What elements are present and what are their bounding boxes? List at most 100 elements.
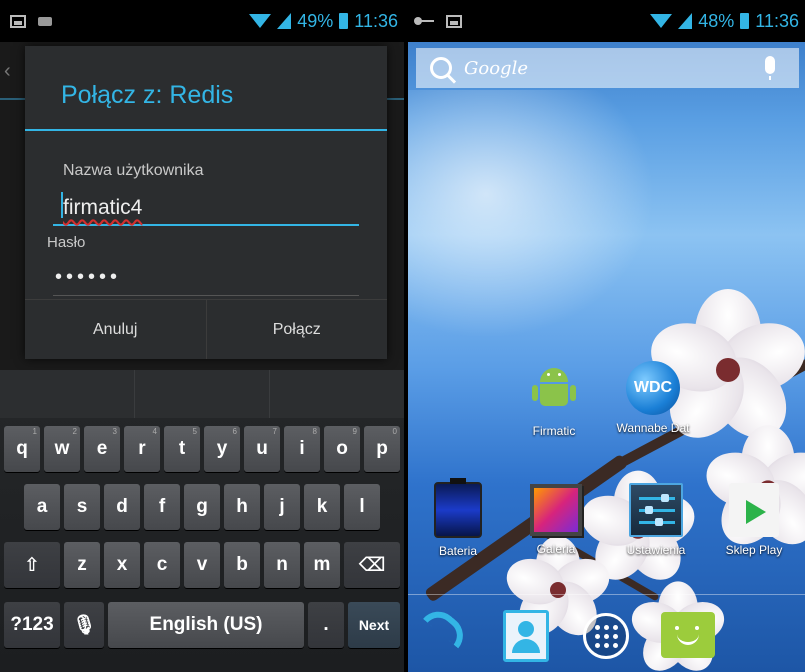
key-l[interactable]: l [344, 484, 380, 530]
key-label: p [376, 438, 388, 459]
messaging-icon [661, 612, 715, 658]
key-w[interactable]: w2 [44, 426, 80, 472]
app-shortcut-bateria[interactable]: Bateria [408, 478, 508, 558]
key-y[interactable]: y6 [204, 426, 240, 472]
key-e[interactable]: e3 [84, 426, 120, 472]
key-label: h [236, 496, 248, 517]
key-z[interactable]: z [64, 542, 100, 588]
key-label: e [96, 438, 108, 459]
app-shortcut-sklep-play[interactable]: Sklep Play [704, 480, 804, 557]
phone-icon [418, 612, 462, 656]
shift-key[interactable]: ⇧ [4, 542, 60, 588]
suggestion-slot[interactable] [269, 370, 404, 418]
next-key[interactable]: Next [348, 602, 400, 648]
key-k[interactable]: k [304, 484, 340, 530]
key-o[interactable]: o9 [324, 426, 360, 472]
username-field[interactable]: firmatic4 [53, 188, 359, 226]
key-label: n [276, 554, 288, 575]
key-n[interactable]: n [264, 542, 300, 588]
key-c[interactable]: c [144, 542, 180, 588]
google-search-bar[interactable]: Google [416, 48, 799, 88]
key-m[interactable]: m [304, 542, 340, 588]
key-label: . [323, 614, 329, 635]
username-label: Nazwa użytkownika [63, 162, 204, 179]
key-a[interactable]: a [24, 484, 60, 530]
phone-dock-button[interactable] [410, 606, 470, 666]
key-j[interactable]: j [264, 484, 300, 530]
key-label: x [116, 554, 128, 575]
key-label: 🎙 [71, 615, 97, 636]
signal-icon [678, 13, 693, 29]
app-shortcut-firmatic[interactable]: Firmatic [504, 358, 604, 438]
suggestion-slot[interactable] [0, 370, 134, 418]
key-label: s [76, 496, 88, 517]
key-i[interactable]: i8 [284, 426, 320, 472]
key-q[interactable]: q1 [4, 426, 40, 472]
key-hint: 7 [272, 427, 277, 436]
key-label: z [77, 554, 87, 575]
key-hint: 2 [72, 427, 77, 436]
signal-icon [277, 13, 292, 29]
battery-percent: 48% [698, 10, 735, 31]
key-label: English (US) [149, 614, 263, 635]
key-hint: 6 [232, 427, 237, 436]
wifi-icon [249, 14, 272, 28]
key-hint: 4 [152, 427, 157, 436]
contacts-dock-button[interactable] [496, 606, 556, 666]
status-bar: 49% 11:36 [0, 0, 404, 42]
key-t[interactable]: t5 [164, 426, 200, 472]
password-label: Hasło [47, 234, 86, 251]
dialog-title-divider [25, 129, 387, 131]
battery-percent: 49% [297, 10, 334, 31]
usb-notification-icon [38, 16, 52, 26]
back-arrow-icon[interactable]: ‹ [4, 60, 11, 83]
key-label: f [158, 496, 166, 517]
key-v[interactable]: v [184, 542, 220, 588]
key-label: Next [358, 617, 390, 633]
password-field[interactable]: •••••• [53, 256, 359, 296]
app-label: Wannabe Dat [616, 421, 690, 435]
dialog-title: Połącz z: Redis [61, 81, 234, 109]
clock: 11:36 [354, 10, 398, 31]
symbols-key[interactable]: ?123 [4, 602, 60, 648]
mic-icon[interactable] [765, 56, 775, 80]
key-s[interactable]: s [64, 484, 100, 530]
key-label: ⌫ [358, 554, 386, 576]
dock-divider [408, 594, 805, 595]
key-r[interactable]: r4 [124, 426, 160, 472]
key-label: r [138, 438, 146, 459]
key-f[interactable]: f [144, 484, 180, 530]
app-drawer-button[interactable] [576, 606, 636, 666]
key-b[interactable]: b [224, 542, 260, 588]
key-hint: 1 [32, 427, 37, 436]
key-u[interactable]: u7 [244, 426, 280, 472]
app-shortcut-ustawienia[interactable]: Ustawienia [606, 480, 706, 557]
key-h[interactable]: h [224, 484, 260, 530]
key-x[interactable]: x [104, 542, 140, 588]
key-label: a [36, 496, 48, 517]
connect-button[interactable]: Połącz [205, 300, 388, 359]
cancel-button[interactable]: Anuluj [25, 300, 206, 359]
wdc-icon: WDC [626, 361, 680, 415]
key-p[interactable]: p0 [364, 426, 400, 472]
backspace-key[interactable]: ⌫ [344, 542, 400, 588]
mic-key[interactable]: 🎙 [64, 602, 104, 648]
key-label: i [299, 438, 305, 459]
image-notification-icon [446, 14, 462, 28]
soft-keyboard: q 1 w 2 e 3 r 4 t 5 y 6 u 7 i 8 o 9 p 0 a s d f g h j k l ⇧ z x c v b n m ⌫ ?1… [0, 370, 404, 672]
password-value: •••••• [55, 266, 122, 288]
key-label: d [116, 496, 128, 517]
messaging-dock-button[interactable] [658, 606, 718, 666]
key-g[interactable]: g [184, 484, 220, 530]
app-label: Bateria [438, 544, 478, 558]
contacts-icon [503, 610, 549, 662]
key-label: m [313, 554, 331, 575]
app-shortcut-galeria[interactable]: Galeria [506, 480, 606, 556]
app-shortcut-wdc[interactable]: WDC Wannabe Dat [603, 358, 703, 435]
space-key[interactable]: English (US) [108, 602, 304, 648]
key-label: v [196, 554, 208, 575]
suggestion-slot[interactable] [134, 370, 269, 418]
period-key[interactable]: . [308, 602, 344, 648]
key-hint: 8 [312, 427, 317, 436]
key-d[interactable]: d [104, 484, 140, 530]
